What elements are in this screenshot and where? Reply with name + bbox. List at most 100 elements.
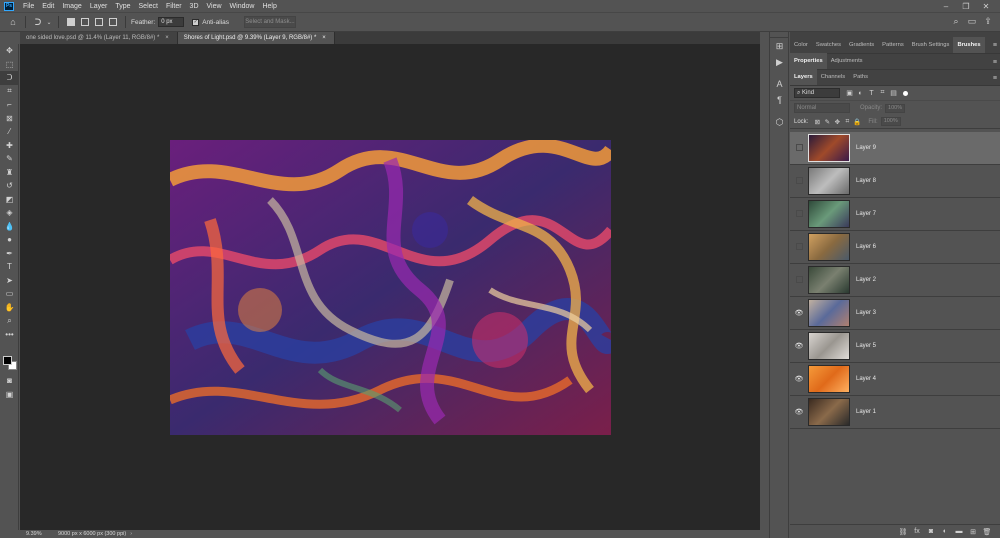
minimize-button[interactable]: – [936, 2, 956, 11]
close-icon[interactable]: × [165, 35, 169, 41]
artwork-canvas[interactable] [170, 140, 611, 435]
tab-patterns[interactable]: Patterns [878, 37, 908, 53]
tab-adjustments[interactable]: Adjustments [827, 53, 867, 69]
filter-toggle[interactable] [903, 90, 908, 96]
lock-all-icon[interactable]: 🔒 [852, 118, 862, 126]
pen-tool-icon[interactable]: ✒ [0, 247, 19, 261]
visibility-toggle[interactable] [790, 144, 808, 153]
menu-layer[interactable]: Layer [86, 3, 112, 10]
close-icon[interactable]: × [322, 35, 326, 41]
layer-style-icon[interactable]: fx [910, 528, 924, 535]
visibility-toggle[interactable] [790, 276, 808, 285]
crop-tool-icon[interactable]: ⌐ [0, 98, 19, 112]
tab-document-shores-of-light[interactable]: Shores of Light.psd @ 9.39% (Layer 9, RG… [177, 32, 335, 44]
eye-icon[interactable]: 👁 [790, 375, 808, 383]
tab-paths[interactable]: Paths [849, 69, 872, 85]
layer-row[interactable]: Layer 9 [790, 132, 1000, 165]
tab-brushes[interactable]: Brushes [953, 37, 985, 53]
subtract-from-selection-icon[interactable] [95, 18, 103, 26]
chevron-right-icon[interactable]: › [130, 531, 132, 537]
tab-brush-settings[interactable]: Brush Settings [908, 37, 954, 53]
workspace-icon[interactable]: ▭ [964, 16, 980, 27]
actions-panel-icon[interactable]: ▶ [770, 54, 789, 70]
restore-button[interactable]: ❐ [956, 2, 976, 11]
layer-row[interactable]: Layer 7 [790, 198, 1000, 231]
character-panel-icon[interactable]: A [770, 76, 789, 92]
object-selection-tool-icon[interactable]: ⌗ [0, 85, 19, 99]
eye-icon[interactable]: 👁 [790, 408, 808, 416]
layer-row[interactable]: 👁 Layer 1 [790, 396, 1000, 429]
hand-tool-icon[interactable]: ✋ [0, 301, 19, 315]
menu-filter[interactable]: Filter [162, 3, 186, 10]
visibility-toggle[interactable] [790, 177, 808, 186]
frame-tool-icon[interactable]: ⊠ [0, 112, 19, 126]
panel-menu-icon[interactable]: ≡ [993, 42, 997, 49]
adjustment-filter-icon[interactable]: ◐ [855, 90, 866, 97]
new-selection-icon[interactable] [67, 18, 75, 26]
layer-row[interactable]: 👁 Layer 4 [790, 363, 1000, 396]
visibility-toggle[interactable] [790, 210, 808, 219]
layer-row[interactable]: 👁 Layer 3 [790, 297, 1000, 330]
menu-window[interactable]: Window [226, 3, 259, 10]
panel-menu-icon[interactable]: ≡ [993, 75, 997, 82]
menu-help[interactable]: Help [258, 3, 280, 10]
new-group-icon[interactable]: ▬ [952, 528, 966, 535]
tab-channels[interactable]: Channels [817, 69, 850, 85]
menu-file[interactable]: File [19, 3, 38, 10]
menu-image[interactable]: Image [58, 3, 85, 10]
fill-input[interactable]: 100% [880, 117, 901, 126]
menu-3d[interactable]: 3D [186, 3, 203, 10]
lock-pixels-icon[interactable]: ✎ [822, 118, 832, 126]
feather-input[interactable]: 0 px [158, 17, 185, 27]
tab-layers[interactable]: Layers [790, 69, 817, 85]
brush-tool-icon[interactable]: ✎ [0, 152, 19, 166]
eyedropper-tool-icon[interactable]: ⁄ [0, 125, 19, 139]
lock-position-icon[interactable]: ✥ [832, 118, 842, 126]
pixel-filter-icon[interactable]: ▣ [844, 89, 855, 97]
zoom-level[interactable]: 9.39% [20, 531, 50, 537]
smart-object-filter-icon[interactable]: ▤ [888, 89, 899, 97]
visibility-toggle[interactable] [790, 243, 808, 252]
lock-transparency-icon[interactable]: ⊠ [812, 118, 822, 126]
tab-color[interactable]: Color [790, 37, 812, 53]
marquee-tool-icon[interactable]: ⬚ [0, 58, 19, 72]
tab-swatches[interactable]: Swatches [812, 37, 845, 53]
foreground-color-swatch[interactable] [3, 356, 12, 365]
delete-layer-icon[interactable]: 🗑 [980, 528, 994, 536]
tab-properties[interactable]: Properties [790, 53, 827, 69]
paragraph-panel-icon[interactable]: ¶ [770, 92, 789, 108]
shape-filter-icon[interactable]: ⌗ [877, 89, 888, 97]
eye-icon[interactable]: 👁 [790, 342, 808, 350]
add-to-selection-icon[interactable] [81, 18, 89, 26]
search-icon[interactable]: ⌕ [948, 16, 964, 27]
intersect-selection-icon[interactable] [109, 18, 117, 26]
select-and-mask-button[interactable]: Select and Mask... [243, 16, 296, 28]
new-layer-icon[interactable]: ⊞ [966, 528, 980, 536]
screen-mode-icon[interactable]: ▣ [0, 388, 19, 402]
tab-document-one-sided-love[interactable]: one sided love.psd @ 11.4% (Layer 11, RG… [20, 32, 178, 44]
3d-panel-icon[interactable]: ⬡ [770, 114, 789, 130]
panel-menu-icon[interactable]: ≡ [993, 59, 997, 66]
layer-row[interactable]: 👁 Layer 5 [790, 330, 1000, 363]
type-filter-icon[interactable]: T [866, 90, 877, 97]
more-tools-icon[interactable]: ••• [0, 328, 19, 342]
paint-bucket-tool-icon[interactable]: ◈ [0, 206, 19, 220]
lock-artboard-icon[interactable]: ⌗ [842, 118, 852, 126]
tab-gradients[interactable]: Gradients [845, 37, 878, 53]
home-icon[interactable]: ⌂ [6, 15, 20, 29]
menu-view[interactable]: View [203, 3, 226, 10]
link-layers-icon[interactable]: ⛓ [896, 528, 910, 536]
layer-row[interactable]: Layer 8 [790, 165, 1000, 198]
rectangle-tool-icon[interactable]: ▭ [0, 287, 19, 301]
dodge-tool-icon[interactable]: ● [0, 233, 19, 247]
lasso-tool-icon[interactable]: ᑐ [0, 71, 19, 85]
add-mask-icon[interactable]: ◙ [924, 528, 938, 535]
healing-brush-tool-icon[interactable]: ✚ [0, 139, 19, 153]
layer-row[interactable]: Layer 2 [790, 264, 1000, 297]
quick-mask-icon[interactable]: ◙ [0, 374, 19, 388]
clone-stamp-tool-icon[interactable]: ♜ [0, 166, 19, 180]
close-button[interactable]: ✕ [976, 2, 996, 11]
blur-tool-icon[interactable]: 💧 [0, 220, 19, 234]
zoom-tool-icon[interactable]: ⌕ [0, 314, 19, 328]
share-icon[interactable]: ⇪ [980, 16, 996, 27]
